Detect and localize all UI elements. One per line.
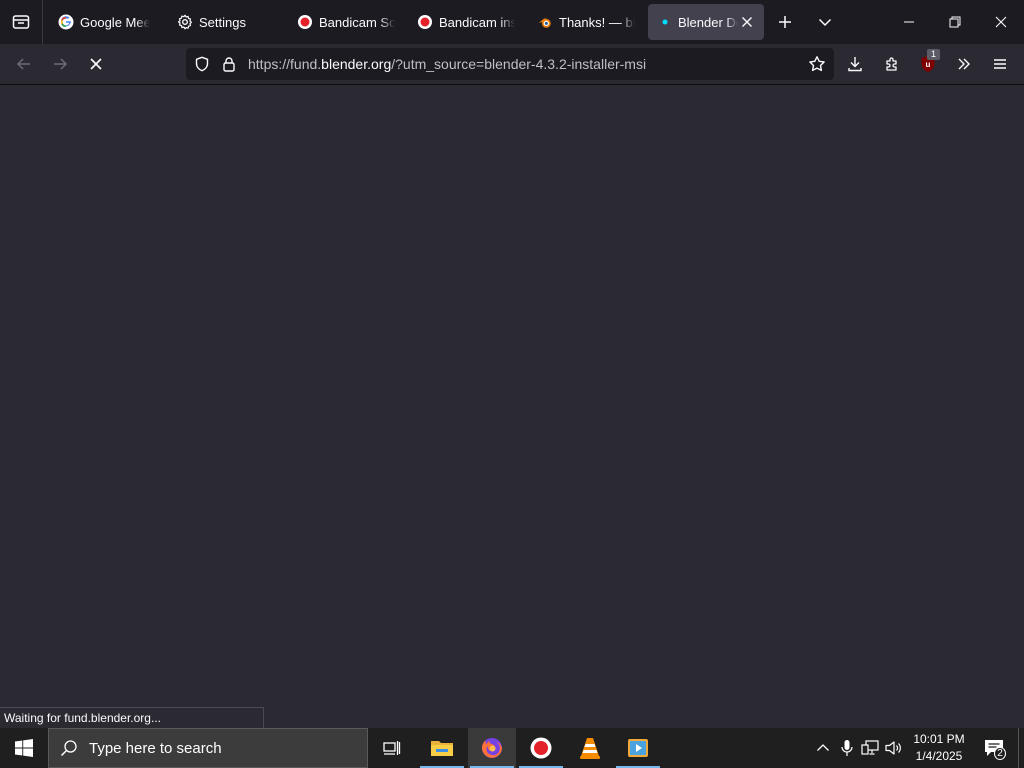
back-button[interactable]: [8, 48, 40, 80]
url-host: blender.org: [321, 56, 392, 72]
microphone-icon: [841, 740, 853, 756]
restore-icon: [949, 16, 961, 28]
clock-time: 10:01 PM: [913, 732, 965, 746]
windows-logo-icon: [15, 739, 33, 757]
gear-icon: [177, 14, 193, 30]
tab-label: Bandicam Screen Recorder: [319, 14, 395, 30]
tab-label: Bandicam installed: [439, 14, 515, 30]
plus-icon: [779, 16, 791, 28]
task-view-icon: [383, 741, 401, 755]
search-icon: [49, 728, 89, 768]
status-panel: Waiting for fund.blender.org...: [0, 707, 264, 728]
microphone-tray[interactable]: [835, 728, 859, 768]
volume-tray[interactable]: [882, 728, 906, 768]
notification-count: 2: [994, 747, 1006, 760]
forward-button[interactable]: [44, 48, 76, 80]
tracking-protection-shield-icon[interactable]: [193, 55, 211, 73]
url-prefix: https://fund.: [248, 56, 322, 72]
firefox-view-button[interactable]: [0, 0, 43, 44]
tab-strip: Google Meet Settings Bandicam Screen Rec…: [0, 0, 1024, 44]
tab-label: Blender Development Fund: [678, 14, 738, 30]
app-menu-button[interactable]: [984, 48, 1016, 80]
taskbar-vlc[interactable]: [566, 728, 614, 768]
ublock-origin-icon: u 1: [920, 49, 940, 73]
tab-label: Google Meet: [80, 14, 150, 30]
show-desktop-button[interactable]: [1018, 728, 1024, 768]
taskbar-clock[interactable]: 10:01 PM 1/4/2025: [906, 731, 972, 765]
extensions-button[interactable]: [876, 48, 908, 80]
list-all-tabs-button[interactable]: [807, 4, 843, 40]
lock-icon[interactable]: [220, 55, 238, 73]
file-explorer-icon: [431, 741, 453, 756]
bandicam-icon: [297, 14, 313, 30]
close-tab-icon[interactable]: [739, 14, 755, 30]
tab-label: Settings: [199, 14, 246, 30]
tab-bandicam-screen-recorder[interactable]: Bandicam Screen Recorder: [292, 4, 400, 40]
tab-google-meet[interactable]: Google Meet: [52, 4, 152, 40]
firefox-icon: [482, 738, 502, 758]
bookmark-star-icon[interactable]: [808, 55, 826, 73]
minimize-icon: [904, 21, 914, 23]
back-arrow-icon: [16, 58, 30, 70]
search-placeholder: Type here to search: [89, 739, 222, 757]
minimize-button[interactable]: [886, 0, 932, 44]
taskbar-search-box[interactable]: Type here to search: [48, 728, 368, 768]
extension-badge: 1: [927, 49, 940, 60]
navigation-toolbar: https://fund.blender.org/?utm_source=ble…: [0, 44, 1024, 85]
network-tray[interactable]: [858, 728, 882, 768]
chevron-double-right-icon: [958, 58, 970, 70]
new-tab-button[interactable]: [767, 4, 803, 40]
loading-dot-icon: [660, 14, 670, 30]
taskbar-firefox[interactable]: [468, 728, 516, 768]
network-ethernet-icon: [861, 740, 879, 755]
ublock-origin-button[interactable]: u 1: [912, 48, 944, 80]
bandicam-icon: [417, 14, 433, 30]
show-hidden-icons-button[interactable]: [811, 728, 835, 768]
restore-button[interactable]: [932, 0, 978, 44]
clock-date: 1/4/2025: [915, 749, 963, 763]
vlc-icon: [580, 738, 600, 759]
tab-label: Thanks! — blender.org: [559, 14, 635, 30]
downloads-button[interactable]: [839, 48, 871, 80]
taskbar-media-player[interactable]: [614, 728, 662, 768]
start-button[interactable]: [0, 728, 48, 768]
svg-text:u: u: [926, 60, 931, 69]
url-suffix: /?utm_source=blender-4.3.2-installer-msi: [391, 56, 647, 72]
more-tools-button[interactable]: [948, 48, 980, 80]
url-bar[interactable]: https://fund.blender.org/?utm_source=ble…: [186, 48, 834, 80]
taskbar-file-explorer[interactable]: [418, 728, 466, 768]
tab-thanks-blender[interactable]: Thanks! — blender.org: [532, 4, 640, 40]
task-view-button[interactable]: [368, 728, 416, 768]
taskbar-bandicam[interactable]: [517, 728, 565, 768]
page-content[interactable]: [0, 85, 1024, 728]
puzzle-piece-icon: [886, 57, 897, 71]
close-icon: [995, 16, 1007, 28]
chevron-up-icon: [817, 744, 829, 751]
firefox-view-icon: [12, 15, 30, 29]
download-icon: [848, 57, 862, 72]
tab-bandicam-installed[interactable]: Bandicam installed: [412, 4, 520, 40]
stop-button[interactable]: [80, 48, 112, 80]
windows-taskbar: Type here to search 10:01 PM 1/4/2025 2: [0, 728, 1024, 768]
tab-settings[interactable]: Settings: [172, 4, 282, 40]
blender-icon: [537, 14, 553, 30]
google-icon: [58, 14, 74, 30]
speaker-volume-icon: [885, 741, 901, 755]
media-player-icon: [628, 739, 648, 757]
stop-loading-icon: [90, 58, 102, 70]
bandicam-icon: [530, 737, 552, 759]
action-center-button[interactable]: 2: [978, 728, 1010, 768]
close-window-button[interactable]: [978, 0, 1024, 44]
chevron-down-icon: [818, 18, 832, 27]
url-text[interactable]: https://fund.blender.org/?utm_source=ble…: [248, 55, 646, 73]
forward-arrow-icon: [54, 58, 68, 70]
tab-blender-development-fund[interactable]: Blender Development Fund: [648, 4, 764, 40]
hamburger-menu-icon: [994, 59, 1006, 69]
